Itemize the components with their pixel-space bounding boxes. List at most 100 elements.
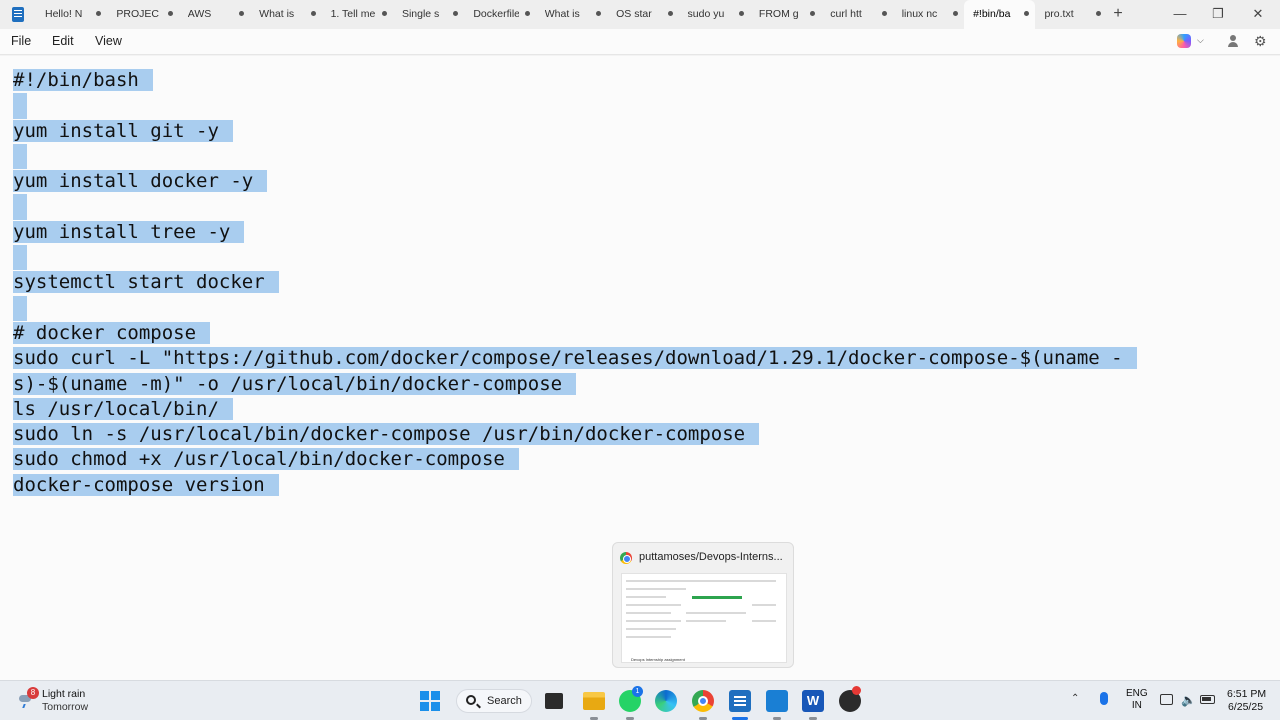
tab-item[interactable]: What is — [250, 0, 321, 29]
tab-list: Hello! N PROJEC AWS What is 1. Tell me a Sing… — [36, 0, 1107, 29]
editor-line[interactable]: sudo curl -L "https://github.com/docker/… — [13, 346, 1137, 371]
editor-line[interactable]: ls /usr/local/bin/ — [13, 397, 1137, 422]
unsaved-dot-icon[interactable] — [239, 11, 245, 16]
unsaved-dot-icon[interactable] — [596, 11, 602, 16]
clock-time[interactable]: 6:51 PM — [1227, 688, 1266, 700]
language-indicator[interactable]: ENG IN — [1126, 688, 1148, 712]
tab-item[interactable]: AWS — [179, 0, 250, 29]
file-explorer-icon[interactable] — [583, 692, 605, 710]
editor-line[interactable]: yum install tree -y — [13, 220, 1137, 245]
tab-item[interactable]: 1. Tell me a — [322, 0, 393, 29]
minimize-button[interactable]: — — [1170, 5, 1190, 23]
selected-text: yum install git -y — [13, 119, 233, 142]
network-icon[interactable] — [1160, 694, 1173, 705]
tab-item[interactable]: #!bin/ba — [964, 0, 1036, 29]
weather-title[interactable]: Light rain — [42, 688, 85, 700]
editor-line[interactable]: #!/bin/bash — [13, 68, 1137, 93]
search-label: Search — [487, 695, 522, 707]
tab-item[interactable]: linux nc — [893, 0, 964, 29]
preview-thumbnail[interactable] — [621, 573, 787, 663]
microphone-icon[interactable] — [1100, 692, 1108, 705]
unsaved-dot-icon[interactable] — [524, 11, 530, 16]
restore-button[interactable]: ❐ — [1208, 5, 1228, 23]
editor-line[interactable]: yum install git -y — [13, 119, 1137, 144]
editor-line[interactable]: # docker compose — [13, 321, 1137, 346]
gear-icon[interactable]: ⚙ — [1254, 33, 1267, 49]
unsaved-dot-icon[interactable] — [953, 11, 959, 16]
volume-icon[interactable]: 🔈 — [1181, 694, 1196, 706]
tab-label: Hello! N — [45, 8, 83, 20]
selected-text: s)-$(uname -m)" -o /usr/local/bin/docker… — [13, 372, 577, 395]
weather-badge: 8 — [27, 687, 39, 699]
whatsapp-badge: 1 — [632, 686, 643, 697]
unsaved-dot-icon[interactable] — [167, 11, 173, 16]
editor-line[interactable]: systemctl start docker — [13, 270, 1137, 295]
chrome-icon[interactable] — [692, 690, 714, 712]
editor-line[interactable] — [13, 93, 1137, 119]
tab-label: Dockerfile.txt — [473, 8, 520, 20]
close-window-button[interactable]: ✕ — [1248, 5, 1268, 23]
notepad-app-icon — [12, 7, 24, 22]
copilot-icon[interactable] — [1177, 34, 1191, 48]
weather-subtitle[interactable]: Tomorrow — [42, 701, 88, 713]
tab-item[interactable]: Single s — [393, 0, 464, 29]
unsaved-dot-icon[interactable] — [1095, 11, 1101, 16]
selected-text: yum install docker -y — [13, 170, 268, 193]
unsaved-dot-icon[interactable] — [310, 11, 316, 16]
editor-line[interactable]: sudo chmod +x /usr/local/bin/docker-comp… — [13, 447, 1137, 472]
unsaved-dot-icon[interactable] — [810, 11, 816, 16]
battery-icon[interactable] — [1200, 695, 1215, 704]
tab-item[interactable]: Dockerfile.txt — [464, 0, 535, 29]
tab-item[interactable]: OS star — [607, 0, 678, 29]
editor-line[interactable]: yum install docker -y — [13, 169, 1137, 194]
edge-icon[interactable] — [655, 690, 677, 712]
preview-title: puttamoses/Devops-Interns... — [639, 551, 783, 563]
task-view-icon[interactable] — [545, 693, 563, 709]
tab-item[interactable]: Hello! N — [36, 0, 107, 29]
tab-item[interactable]: sudo yu — [679, 0, 750, 29]
selected-text: docker-compose version — [13, 473, 279, 496]
taskbar-search[interactable]: Search — [456, 689, 532, 713]
selected-text: # docker compose — [13, 321, 211, 344]
unsaved-dot-icon[interactable] — [1024, 11, 1030, 16]
menu-file[interactable]: File — [11, 34, 31, 48]
editor-line[interactable] — [13, 295, 1137, 321]
unsaved-dot-icon[interactable] — [381, 11, 387, 16]
editor-line[interactable] — [13, 143, 1137, 170]
chevron-down-icon[interactable]: ⌵ — [1197, 35, 1204, 46]
unsaved-dot-icon[interactable] — [738, 11, 744, 16]
notepad-icon[interactable] — [729, 690, 751, 712]
tab-item[interactable]: FROM g — [750, 0, 821, 29]
unsaved-dot-icon[interactable] — [96, 11, 102, 16]
new-tab-button[interactable]: + — [1110, 6, 1126, 22]
selected-text — [13, 194, 27, 220]
editor-line[interactable] — [13, 245, 1137, 271]
selected-text: yum install tree -y — [13, 220, 245, 243]
editor-line[interactable]: sudo ln -s /usr/local/bin/docker-compose… — [13, 422, 1137, 447]
tray-overflow-chevron-icon[interactable]: ⌃ — [1071, 693, 1079, 704]
editor-lines: #!/bin/bash yum install git -y yum install… — [13, 68, 1137, 498]
editor-line[interactable]: docker-compose version — [13, 473, 1137, 498]
clock-date[interactable]: 6/25/25 — [1228, 701, 1263, 713]
windows-start-icon[interactable] — [420, 691, 440, 711]
editor-line[interactable]: s)-$(uname -m)" -o /usr/local/bin/docker… — [13, 372, 1137, 397]
tab-item[interactable]: curl htt — [821, 0, 892, 29]
tab-item[interactable]: What is — [536, 0, 607, 29]
unsaved-dot-icon[interactable] — [667, 11, 673, 16]
tab-item[interactable]: pro.txt — [1035, 0, 1106, 29]
selected-text — [13, 245, 27, 271]
vscode-icon[interactable] — [766, 690, 788, 712]
tab-label: PROJEC — [116, 8, 159, 20]
selected-text: systemctl start docker — [13, 271, 279, 294]
taskbar-window-preview[interactable]: puttamoses/Devops-Interns... Devops Inte… — [612, 542, 794, 668]
account-icon[interactable] — [1226, 34, 1240, 48]
unsaved-dot-icon[interactable] — [881, 11, 887, 16]
selected-text — [13, 93, 27, 119]
editor-line[interactable] — [13, 194, 1137, 220]
tab-label: FROM g — [758, 8, 799, 20]
menu-edit[interactable]: Edit — [52, 34, 74, 48]
menu-view[interactable]: View — [95, 34, 122, 48]
tab-item[interactable]: PROJEC — [107, 0, 178, 29]
word-icon[interactable]: W — [802, 690, 824, 712]
unsaved-dot-icon[interactable] — [453, 11, 459, 16]
